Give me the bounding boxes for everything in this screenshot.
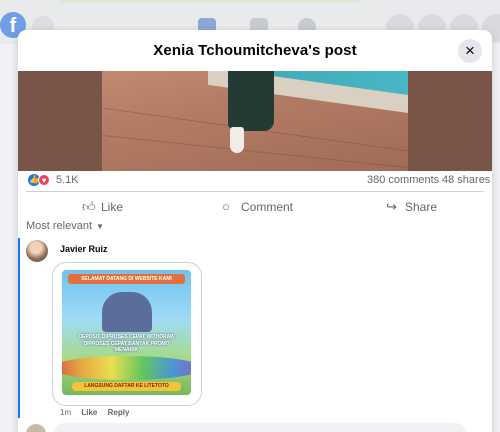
commenter-avatar[interactable] bbox=[26, 240, 48, 262]
page-loading-bar bbox=[60, 0, 360, 3]
tile-line bbox=[102, 135, 408, 168]
comment-image-attachment[interactable]: SELAMAT DATANG DI WEBSITE KAMI DEPOSIT D… bbox=[52, 262, 202, 406]
close-button[interactable]: × bbox=[458, 39, 482, 63]
shares-count[interactable]: 48 shares bbox=[442, 174, 490, 186]
banner-top-text: SELAMAT DATANG DI WEBSITE KAMI bbox=[68, 274, 185, 284]
next-commenter-avatar[interactable] bbox=[26, 424, 46, 432]
share-label: Share bbox=[405, 200, 438, 214]
post-photo[interactable] bbox=[18, 71, 492, 171]
banner-castle-illustration bbox=[102, 292, 152, 332]
next-comment-bubble[interactable] bbox=[54, 423, 466, 432]
post-dialog: Xenia Tchoumitcheva's post × 👍 ♥ 5.1K 38… bbox=[18, 30, 492, 432]
chevron-down-icon: ▼ bbox=[96, 222, 104, 231]
banner-cta-text: LANGSUNG DAFTAR KE LITETOTO bbox=[72, 382, 181, 391]
reaction-count[interactable]: 5.1K bbox=[56, 174, 79, 186]
post-stats-row: 👍 ♥ 5.1K 380 comments 48 shares bbox=[18, 171, 492, 189]
post-actions-bar: 👍︎ Like ○ Comment ↪ Share bbox=[26, 191, 484, 222]
thumbs-up-icon: 👍︎ bbox=[82, 199, 96, 214]
love-reaction-icon[interactable]: ♥ bbox=[38, 174, 50, 186]
comment-sort-label: Most relevant bbox=[26, 220, 93, 232]
photo-white-shoe bbox=[230, 127, 244, 153]
commenter-name[interactable]: Javier Ruiz bbox=[60, 244, 108, 254]
comment-meta-row: 1m Like Reply bbox=[60, 408, 137, 417]
dialog-title: Xenia Tchoumitcheva's post bbox=[153, 42, 357, 59]
comment-label: Comment bbox=[241, 200, 294, 214]
comment-bubble-icon: ○ bbox=[222, 199, 230, 214]
photo-content bbox=[102, 71, 408, 171]
close-icon: × bbox=[465, 41, 475, 60]
comment-thread-indicator bbox=[18, 238, 20, 418]
banner-rainbow-road bbox=[62, 356, 191, 380]
comment-button[interactable]: ○ Comment bbox=[222, 192, 293, 222]
comment-time[interactable]: 1m bbox=[60, 408, 71, 417]
comment-sort-dropdown[interactable]: Most relevant ▼ bbox=[26, 220, 104, 232]
comment-like-link[interactable]: Like bbox=[81, 408, 97, 417]
comment-banner-image: SELAMAT DATANG DI WEBSITE KAMI DEPOSIT D… bbox=[62, 270, 191, 395]
share-button[interactable]: ↪ Share bbox=[386, 192, 437, 222]
dialog-header: Xenia Tchoumitcheva's post × bbox=[18, 30, 492, 71]
comment-reply-link[interactable]: Reply bbox=[108, 408, 130, 417]
banner-middle-text: DEPOSIT DIPROSES CEPAT WITHDRAW DIPROSES… bbox=[78, 334, 175, 353]
photo-person-leg bbox=[228, 71, 274, 131]
like-button[interactable]: 👍︎ Like bbox=[82, 192, 123, 222]
comments-count[interactable]: 380 comments bbox=[367, 174, 439, 186]
like-label: Like bbox=[101, 200, 124, 214]
share-arrow-icon: ↪ bbox=[386, 199, 397, 214]
